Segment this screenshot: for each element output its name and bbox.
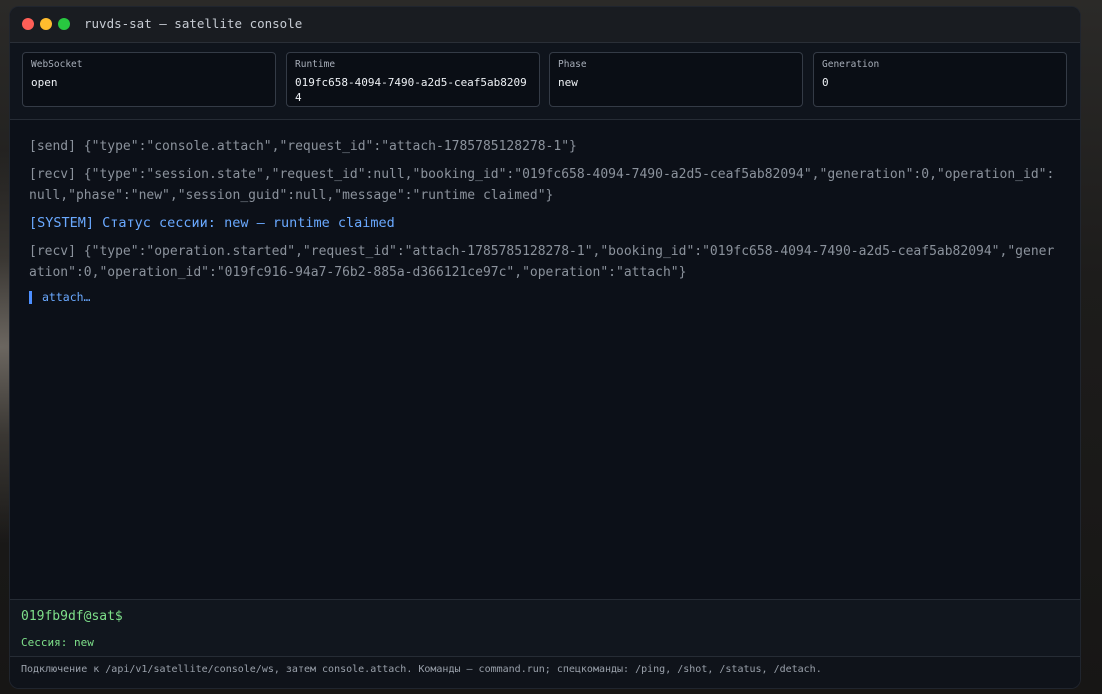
console-window: ruvds-sat — satellite console WebSocket …: [10, 7, 1080, 688]
generation-label: Generation: [822, 59, 880, 70]
runtime-stat: Runtime 019fc658-4094-7490-a2d5-ceaf5ab8…: [286, 52, 540, 107]
log-entry-recv: [recv] {"type":"session.state","request_…: [29, 167, 1055, 203]
websocket-label: WebSocket: [31, 59, 83, 70]
session-status: Сессия: new: [21, 636, 94, 649]
pending-indicator-bar: [29, 291, 32, 304]
title-bar: ruvds-sat — satellite console: [10, 7, 1080, 43]
log-entry-send: [send] {"type":"console.attach","request…: [29, 139, 577, 154]
console-log[interactable]: [send] {"type":"console.attach","request…: [10, 120, 1080, 599]
log-entry-recv: [recv] {"type":"operation.started","requ…: [29, 244, 1055, 280]
generation-value: 0: [822, 76, 829, 89]
generation-stat: Generation 0: [813, 52, 1067, 107]
pending-operation-label: attach…: [42, 290, 91, 304]
log-entry-system: [SYSTEM] Статус сессии: new — runtime cl…: [29, 215, 395, 231]
phase-label: Phase: [558, 59, 587, 70]
runtime-label: Runtime: [295, 59, 336, 70]
window-title: ruvds-sat — satellite console: [84, 16, 303, 31]
shell-prompt: 019fb9df@sat$: [21, 609, 123, 624]
phase-value: new: [558, 76, 578, 89]
pending-operation: attach…: [29, 290, 1061, 306]
minimize-window-button[interactable]: [40, 18, 52, 30]
command-input[interactable]: [142, 606, 1062, 626]
websocket-stat: WebSocket open: [22, 52, 276, 107]
phase-stat: Phase new: [549, 52, 803, 107]
command-area: 019fb9df@sat$ Сессия: new: [10, 599, 1080, 656]
websocket-value: open: [31, 76, 58, 89]
runtime-value: 019fc658-4094-7490-a2d5-ceaf5ab82094: [295, 76, 527, 104]
close-window-button[interactable]: [22, 18, 34, 30]
status-panel: WebSocket open Runtime 019fc658-4094-749…: [10, 43, 1080, 120]
footer-hint-bar: Подключение к /api/v1/satellite/console/…: [10, 656, 1080, 688]
maximize-window-button[interactable]: [58, 18, 70, 30]
footer-hint: Подключение к /api/v1/satellite/console/…: [21, 664, 822, 675]
